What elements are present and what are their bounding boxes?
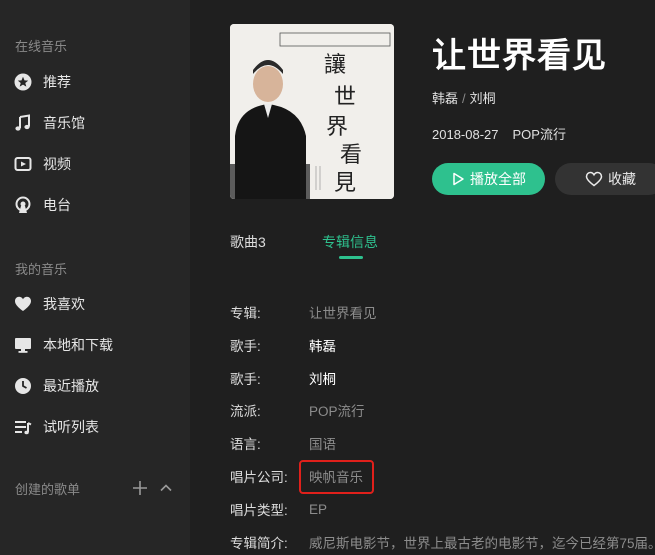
info-value: 让世界看见 (309, 306, 377, 321)
sidebar-item-playlist[interactable]: 试听列表 (0, 410, 190, 444)
play-all-label: 播放全部 (470, 171, 526, 187)
monitor-icon (14, 336, 32, 354)
sidebar-item-label: 最近播放 (43, 378, 99, 394)
sidebar-item-label: 试听列表 (43, 419, 99, 435)
info-row-album: 专辑: 让世界看见 (230, 302, 655, 322)
info-key: 歌手: (230, 372, 261, 387)
info-value: 国语 (309, 437, 336, 452)
star-icon (14, 73, 32, 91)
heart-outline-icon (585, 171, 603, 187)
info-key: 唱片类型: (230, 503, 288, 518)
svg-text:界: 界 (326, 115, 348, 140)
created-playlists-header: 创建的歌单 (15, 478, 175, 498)
heart-icon (14, 295, 32, 313)
release-date: 2018-08-27 (432, 127, 499, 142)
sidebar-item-label: 本地和下载 (43, 337, 113, 353)
svg-text:讓: 讓 (324, 53, 346, 78)
info-row-release-type: 唱片类型: EP (230, 499, 655, 519)
info-key: 唱片公司: (230, 470, 288, 485)
sidebar-item-video[interactable]: 视频 (0, 147, 190, 181)
info-key: 专辑: (230, 306, 261, 321)
album-cover: 讓 世 界 看 見 (230, 24, 394, 199)
sidebar-item-label: 我喜欢 (43, 296, 85, 312)
info-row-genre: 流派: POP流行 (230, 400, 655, 420)
svg-text:世: 世 (334, 85, 356, 110)
section-title-my-music: 我的音乐 (15, 262, 68, 277)
playlist-icon (14, 418, 32, 436)
info-row-artist: 歌手: 韩磊 (230, 335, 655, 355)
tab-album-info[interactable]: 专辑信息 (322, 232, 378, 252)
artist-link[interactable]: 刘桐 (309, 368, 336, 388)
clock-icon (14, 377, 32, 395)
info-value: POP流行 (309, 404, 365, 419)
radio-icon (14, 196, 32, 214)
sidebar: 在线音乐 推荐 音乐馆 视频 电台 我的音乐 我喜欢 本地和下载 最近播放 试听… (0, 0, 190, 555)
favorite-button[interactable]: 收藏 (555, 163, 655, 195)
sidebar-item-radio[interactable]: 电台 (0, 188, 190, 222)
sidebar-item-favorites[interactable]: 我喜欢 (0, 287, 190, 321)
sidebar-item-label: 视频 (43, 156, 71, 172)
video-icon (14, 155, 32, 173)
artist-separator: / (462, 91, 466, 106)
sidebar-item-label: 推荐 (43, 74, 71, 90)
svg-text:看: 看 (340, 143, 362, 168)
artist-link[interactable]: 韩磊 (309, 335, 336, 355)
music-note-icon (14, 114, 32, 132)
sidebar-item-local-download[interactable]: 本地和下载 (0, 328, 190, 362)
album-artists: 韩磊 / 刘桐 (432, 88, 496, 107)
info-row-artist: 歌手: 刘桐 (230, 368, 655, 388)
info-value: 威尼斯电影节，世界上最古老的电影节，迄今已经第75届。 (309, 536, 655, 551)
highlight-box (299, 460, 374, 494)
album-cover-art: 讓 世 界 看 見 (230, 24, 394, 199)
info-row-description: 专辑简介: 威尼斯电影节，世界上最古老的电影节，迄今已经第75届。 (230, 532, 655, 552)
album-title: 让世界看见 (432, 37, 607, 75)
add-playlist-icon[interactable] (131, 479, 149, 497)
info-key: 歌手: (230, 339, 261, 354)
artist-link[interactable]: 刘桐 (470, 91, 496, 106)
main-content: 讓 世 界 看 見 让世界看见 韩磊 / 刘桐 2018-08-27 POP流行 播放… (190, 0, 655, 555)
info-key: 语言: (230, 437, 261, 452)
favorite-label: 收藏 (608, 171, 636, 187)
tab-songs[interactable]: 歌曲3 (230, 232, 266, 252)
sidebar-item-recent[interactable]: 最近播放 (0, 369, 190, 403)
chevron-up-icon[interactable] (157, 479, 175, 497)
sidebar-item-label: 音乐馆 (43, 115, 85, 131)
sidebar-item-music-hall[interactable]: 音乐馆 (0, 106, 190, 140)
play-icon (451, 172, 465, 186)
info-key: 流派: (230, 404, 261, 419)
sidebar-item-label: 电台 (43, 197, 71, 213)
svg-text:見: 見 (334, 171, 356, 196)
info-key: 专辑简介: (230, 536, 288, 551)
tab-active-indicator (339, 256, 363, 259)
info-value: EP (309, 501, 328, 517)
info-row-label-company: 唱片公司: 映帆音乐 (230, 466, 655, 486)
play-all-button[interactable]: 播放全部 (432, 163, 545, 195)
sidebar-item-recommend[interactable]: 推荐 (0, 65, 190, 99)
artist-link[interactable]: 韩磊 (432, 91, 458, 106)
section-title-online-music: 在线音乐 (15, 39, 68, 54)
info-row-language: 语言: 国语 (230, 433, 655, 453)
genre-label: POP流行 (512, 127, 566, 142)
section-title-created-playlists: 创建的歌单 (15, 481, 81, 497)
album-meta: 2018-08-27 POP流行 (432, 124, 566, 143)
